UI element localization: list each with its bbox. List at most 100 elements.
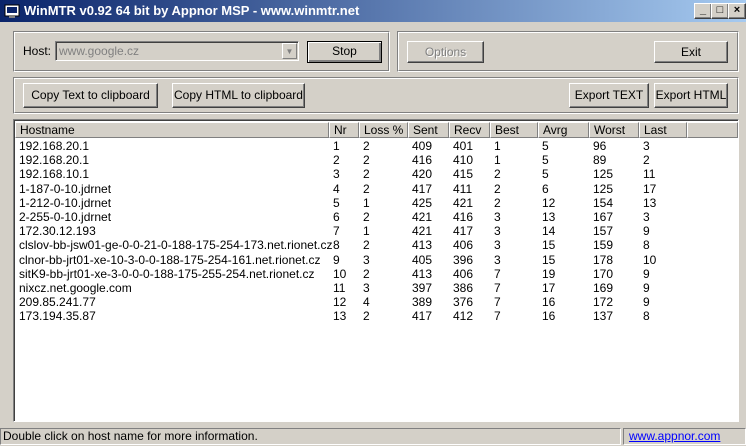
cell-last: 9 [643,281,650,295]
header-col-last[interactable]: Last [639,122,687,138]
cell-avrg: 17 [542,281,556,295]
table-row[interactable]: clslov-bb-jsw01-ge-0-0-21-0-188-175-254-… [14,238,738,252]
cell-sent: 425 [412,195,433,210]
header-col-sent[interactable]: Sent [408,122,449,138]
status-link-pane: www.appnor.com [623,428,746,445]
cell-last: 13 [643,195,657,210]
cell-avrg: 5 [542,167,549,182]
cell-avrg: 15 [542,238,556,253]
chevron-down-icon[interactable]: ▼ [282,43,297,59]
maximize-button[interactable]: □ [711,3,729,19]
cell-nr: 4 [333,181,340,196]
cell-recv: 376 [453,295,474,310]
table-row[interactable]: 2-255-0-10.jdrnet 6 2 421 416 3 13 167 3 [14,210,738,224]
table-row[interactable]: clnor-bb-jrt01-xe-10-3-0-0-188-175-254-1… [14,253,738,267]
table-row[interactable]: sitK9-bb-jrt01-xe-3-0-0-0-188-175-255-25… [14,267,738,281]
cell-best: 7 [494,295,501,310]
cell-worst: 125 [593,167,614,182]
cell-sent: 397 [412,281,433,295]
cell-best: 2 [494,167,501,182]
cell-worst: 172 [593,295,614,310]
cell-loss: 4 [363,295,370,310]
header-col-hostname[interactable]: Hostname [15,122,329,138]
table-row[interactable]: 192.168.10.1 3 2 420 415 2 5 125 11 [14,167,738,181]
table-row[interactable]: 172.30.12.193 7 1 421 417 3 14 157 9 [14,224,738,238]
cell-sent: 417 [412,309,433,324]
export-html-button[interactable]: Export HTML [654,83,728,108]
cell-sent: 417 [412,181,433,196]
header-col-worst[interactable]: Worst [589,122,639,138]
cell-sent: 413 [412,238,433,253]
copy-html-button[interactable]: Copy HTML to clipboard [172,83,305,108]
header-col-best[interactable]: Best [490,122,538,138]
cell-recv: 410 [453,153,474,168]
table-row[interactable]: 192.168.20.1 1 2 409 401 1 5 96 3 [14,139,738,153]
table-row[interactable]: 1-187-0-10.jdrnet 4 2 417 411 2 6 125 17 [14,182,738,196]
cell-avrg: 14 [542,224,556,239]
table-row[interactable]: 1-212-0-10.jdrnet 5 1 425 421 2 12 154 13 [14,196,738,210]
close-button[interactable]: × [728,3,746,19]
cell-recv: 396 [453,252,474,267]
cell-hostname: sitK9-bb-jrt01-xe-3-0-0-0-188-175-255-25… [19,266,315,281]
title-bar[interactable]: WinMTR v0.92 64 bit by Appnor MSP - www.… [0,0,746,22]
cell-hostname: 1-212-0-10.jdrnet [19,195,112,210]
cell-loss: 3 [363,281,370,295]
header-col-loss[interactable]: Loss % [359,122,408,138]
cell-recv: 421 [453,195,474,210]
cell-best: 3 [494,238,501,253]
cell-avrg: 12 [542,195,556,210]
cell-nr: 10 [333,266,347,281]
cell-worst: 178 [593,252,614,267]
cell-last: 2 [643,153,650,168]
cell-recv: 406 [453,238,474,253]
stop-button[interactable]: Stop [307,41,382,63]
cell-loss: 2 [363,167,370,182]
cell-avrg: 5 [542,139,549,153]
appnor-link[interactable]: www.appnor.com [626,429,720,443]
results-table[interactable]: Hostname Nr Loss % Sent Recv Best Avrg Worst Las… [13,119,739,422]
export-text-button[interactable]: Export TEXT [569,83,649,108]
cell-recv: 411 [453,181,473,196]
exit-button[interactable]: Exit [654,41,728,63]
cell-worst: 167 [593,210,614,224]
cell-hostname: 2-255-0-10.jdrnet [19,210,112,224]
cell-recv: 417 [453,224,474,239]
cell-last: 9 [643,295,650,310]
winmtr-window: WinMTR v0.92 64 bit by Appnor MSP - www.… [0,0,746,446]
cell-best: 3 [494,210,501,224]
cell-avrg: 16 [542,295,556,310]
cell-best: 2 [494,195,501,210]
table-row[interactable]: 173.194.35.87 13 2 417 412 7 16 137 8 [14,309,738,323]
table-row[interactable]: 209.85.241.77 12 4 389 376 7 16 172 9 [14,295,738,309]
cell-worst: 159 [593,238,614,253]
cell-best: 2 [494,181,501,196]
cell-avrg: 15 [542,252,556,267]
host-value: www.google.cz [59,44,140,58]
cell-nr: 3 [333,167,340,182]
cell-sent: 405 [412,252,433,267]
cell-loss: 2 [363,238,370,253]
cell-loss: 2 [363,181,370,196]
status-bar: Double click on host name for more infor… [0,427,746,446]
cell-nr: 1 [333,139,340,153]
cell-worst: 154 [593,195,614,210]
table-row[interactable]: nixcz.net.google.com 11 3 397 386 7 17 169 9 [14,281,738,295]
options-button[interactable]: Options [407,41,484,63]
header-filler [687,122,738,138]
cell-sent: 389 [412,295,433,310]
table-row[interactable]: 192.168.20.1 2 2 416 410 1 5 89 2 [14,153,738,167]
cell-last: 8 [643,238,650,253]
cell-worst: 170 [593,266,614,281]
cell-avrg: 16 [542,309,556,324]
cell-best: 3 [494,224,501,239]
copy-text-button[interactable]: Copy Text to clipboard [23,83,158,108]
minimize-button[interactable]: _ [694,3,712,19]
header-col-avrg[interactable]: Avrg [538,122,589,138]
cell-nr: 12 [333,295,347,310]
host-combobox[interactable]: www.google.cz ▼ [55,41,299,61]
cell-worst: 125 [593,181,614,196]
status-message: Double click on host name for more infor… [0,428,621,445]
header-col-nr[interactable]: Nr [329,122,359,138]
cell-worst: 137 [593,309,614,324]
header-col-recv[interactable]: Recv [449,122,490,138]
